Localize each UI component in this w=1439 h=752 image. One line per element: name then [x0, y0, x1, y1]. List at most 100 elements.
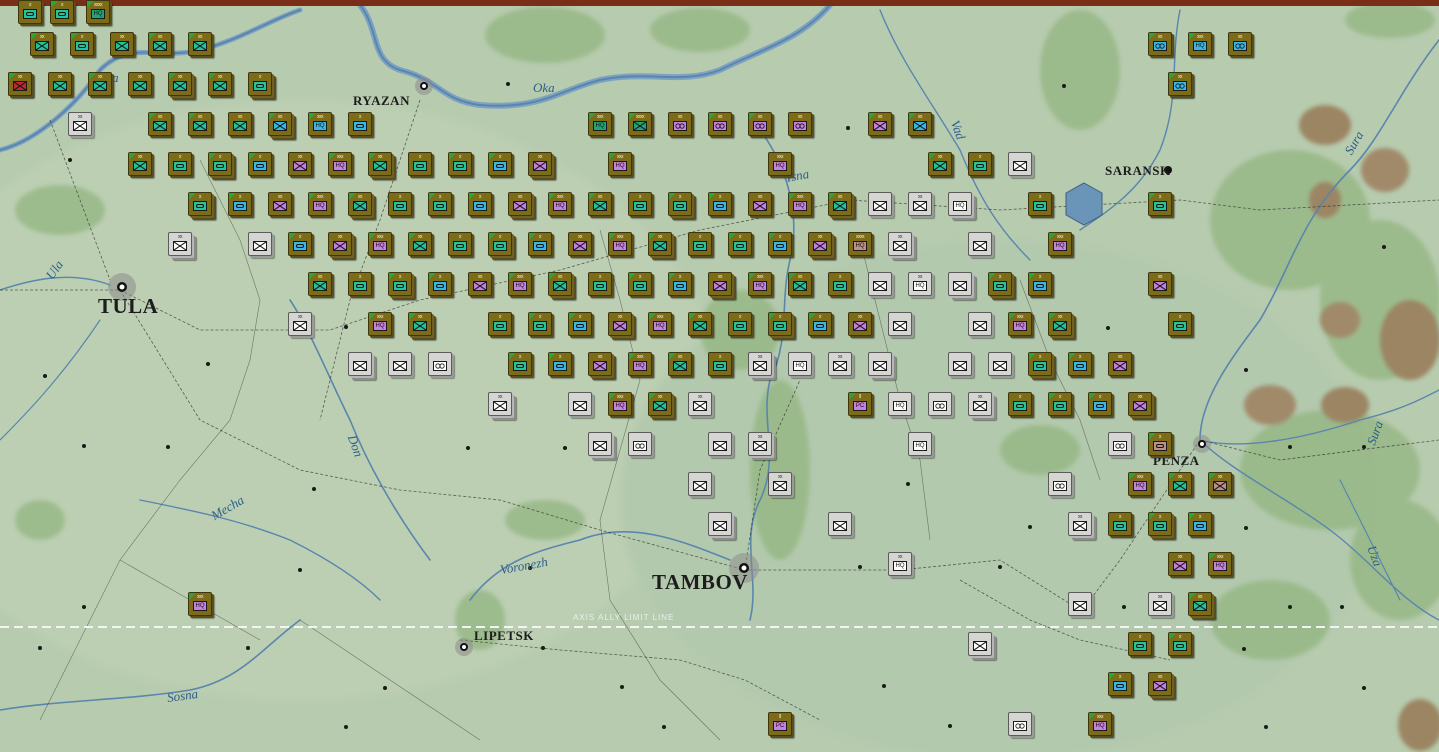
axis-unit-counter[interactable]: xx	[1068, 512, 1092, 536]
axis-unit-counter[interactable]: xx	[1148, 592, 1172, 616]
soviet-unit-counter[interactable]: xx	[368, 152, 392, 176]
soviet-unit-counter[interactable]: x	[1068, 352, 1092, 376]
soviet-unit-counter[interactable]: xx	[8, 72, 32, 96]
soviet-unit-counter[interactable]: x	[1168, 312, 1192, 336]
axis-unit-counter[interactable]	[1068, 592, 1092, 616]
soviet-unit-counter[interactable]: xxxx HQ	[86, 0, 110, 24]
axis-unit-counter[interactable]: HQ	[788, 352, 812, 376]
soviet-unit-counter[interactable]: x	[628, 272, 652, 296]
soviet-unit-counter[interactable]: xx	[188, 112, 212, 136]
soviet-unit-counter[interactable]: xx	[708, 112, 732, 136]
soviet-unit-counter[interactable]: x	[288, 232, 312, 256]
soviet-unit-counter[interactable]: xx	[688, 312, 712, 336]
soviet-unit-counter[interactable]: xx	[668, 352, 692, 376]
soviet-unit-counter[interactable]: xx	[528, 152, 552, 176]
soviet-unit-counter[interactable]: x	[388, 272, 412, 296]
soviet-unit-counter[interactable]: x	[388, 192, 412, 216]
soviet-unit-counter[interactable]: xxx HQ	[608, 152, 632, 176]
soviet-unit-counter[interactable]: x	[1008, 392, 1032, 416]
soviet-unit-counter[interactable]: xx	[1208, 472, 1232, 496]
soviet-unit-counter[interactable]: x	[428, 192, 452, 216]
soviet-unit-counter[interactable]: xxx HQ	[1208, 552, 1232, 576]
soviet-unit-counter[interactable]: xx	[748, 192, 772, 216]
soviet-unit-counter[interactable]: xxx HQ	[308, 112, 332, 136]
axis-unit-counter[interactable]: HQ	[888, 392, 912, 416]
soviet-unit-counter[interactable]: x	[248, 72, 272, 96]
soviet-unit-counter[interactable]: x	[708, 192, 732, 216]
soviet-unit-counter[interactable]: xx	[508, 192, 532, 216]
soviet-unit-counter[interactable]: xx	[128, 152, 152, 176]
soviet-unit-counter[interactable]: x	[1048, 392, 1072, 416]
soviet-unit-counter[interactable]: xxx HQ	[1188, 32, 1212, 56]
soviet-unit-counter[interactable]: x	[688, 232, 712, 256]
soviet-unit-counter[interactable]: x	[1148, 432, 1172, 456]
axis-unit-counter[interactable]	[968, 232, 992, 256]
axis-unit-counter[interactable]	[628, 432, 652, 456]
axis-unit-counter[interactable]	[928, 392, 952, 416]
axis-unit-counter[interactable]: xx	[168, 232, 192, 256]
soviet-unit-counter[interactable]: xx	[568, 232, 592, 256]
soviet-unit-counter[interactable]: xx	[608, 312, 632, 336]
soviet-unit-counter[interactable]: xxx HQ	[648, 312, 672, 336]
axis-unit-counter[interactable]	[968, 312, 992, 336]
soviet-unit-counter[interactable]: x	[708, 352, 732, 376]
soviet-unit-counter[interactable]: x	[668, 192, 692, 216]
axis-unit-counter[interactable]	[988, 352, 1012, 376]
soviet-unit-counter[interactable]: x	[70, 32, 94, 56]
soviet-unit-counter[interactable]: x	[50, 0, 74, 24]
axis-unit-counter[interactable]: xx	[68, 112, 92, 136]
soviet-unit-counter[interactable]: xxx HQ	[548, 192, 572, 216]
soviet-unit-counter[interactable]: xx	[308, 272, 332, 296]
axis-unit-counter[interactable]	[948, 352, 972, 376]
soviet-unit-counter[interactable]: xx	[788, 272, 812, 296]
soviet-unit-counter[interactable]: xx	[548, 272, 572, 296]
soviet-unit-counter[interactable]: x	[1188, 512, 1212, 536]
soviet-unit-counter[interactable]: II PC	[768, 712, 792, 736]
soviet-unit-counter[interactable]: x	[1148, 192, 1172, 216]
axis-unit-counter[interactable]	[568, 392, 592, 416]
soviet-unit-counter[interactable]: xxx HQ	[628, 352, 652, 376]
soviet-unit-counter[interactable]: xx	[1148, 672, 1172, 696]
soviet-unit-counter[interactable]: x	[1108, 672, 1132, 696]
soviet-unit-counter[interactable]: x	[1028, 272, 1052, 296]
soviet-unit-counter[interactable]: x	[528, 232, 552, 256]
axis-unit-counter[interactable]: HQ	[908, 432, 932, 456]
soviet-unit-counter[interactable]: xx	[1128, 392, 1152, 416]
axis-unit-counter[interactable]	[948, 272, 972, 296]
soviet-unit-counter[interactable]: x	[508, 352, 532, 376]
soviet-unit-counter[interactable]: x	[728, 232, 752, 256]
soviet-unit-counter[interactable]: xx	[348, 192, 372, 216]
axis-unit-counter[interactable]	[688, 472, 712, 496]
soviet-unit-counter[interactable]: xx	[668, 112, 692, 136]
soviet-unit-counter[interactable]: xx	[1168, 72, 1192, 96]
soviet-unit-counter[interactable]: x	[628, 192, 652, 216]
soviet-unit-counter[interactable]: x	[808, 312, 832, 336]
soviet-unit-counter[interactable]: xx	[848, 312, 872, 336]
soviet-unit-counter[interactable]: xx	[588, 192, 612, 216]
axis-unit-counter[interactable]	[1108, 432, 1132, 456]
soviet-unit-counter[interactable]: x	[1028, 352, 1052, 376]
axis-unit-counter[interactable]: xx	[888, 232, 912, 256]
axis-unit-counter[interactable]: xx	[768, 472, 792, 496]
soviet-unit-counter[interactable]: x	[1108, 512, 1132, 536]
soviet-unit-counter[interactable]: xxx HQ	[508, 272, 532, 296]
axis-unit-counter[interactable]	[968, 632, 992, 656]
axis-unit-counter[interactable]: xx	[748, 352, 772, 376]
axis-unit-counter[interactable]: xx HQ	[888, 552, 912, 576]
soviet-unit-counter[interactable]: xxx HQ	[608, 232, 632, 256]
soviet-unit-counter[interactable]: x	[488, 152, 512, 176]
soviet-unit-counter[interactable]: xx	[48, 72, 72, 96]
soviet-unit-counter[interactable]: II PC	[848, 392, 872, 416]
soviet-unit-counter[interactable]: xx	[908, 112, 932, 136]
soviet-unit-counter[interactable]: x	[428, 272, 452, 296]
soviet-unit-counter[interactable]: xx	[128, 72, 152, 96]
soviet-unit-counter[interactable]: xxx HQ	[748, 272, 772, 296]
soviet-unit-counter[interactable]: xx	[188, 32, 212, 56]
axis-unit-counter[interactable]	[248, 232, 272, 256]
soviet-unit-counter[interactable]: xxx HQ	[1008, 312, 1032, 336]
soviet-unit-counter[interactable]: x	[188, 192, 212, 216]
soviet-unit-counter[interactable]: x	[1088, 392, 1112, 416]
soviet-unit-counter[interactable]: x	[1028, 192, 1052, 216]
soviet-unit-counter[interactable]: x	[768, 232, 792, 256]
soviet-unit-counter[interactable]: xx	[1108, 352, 1132, 376]
